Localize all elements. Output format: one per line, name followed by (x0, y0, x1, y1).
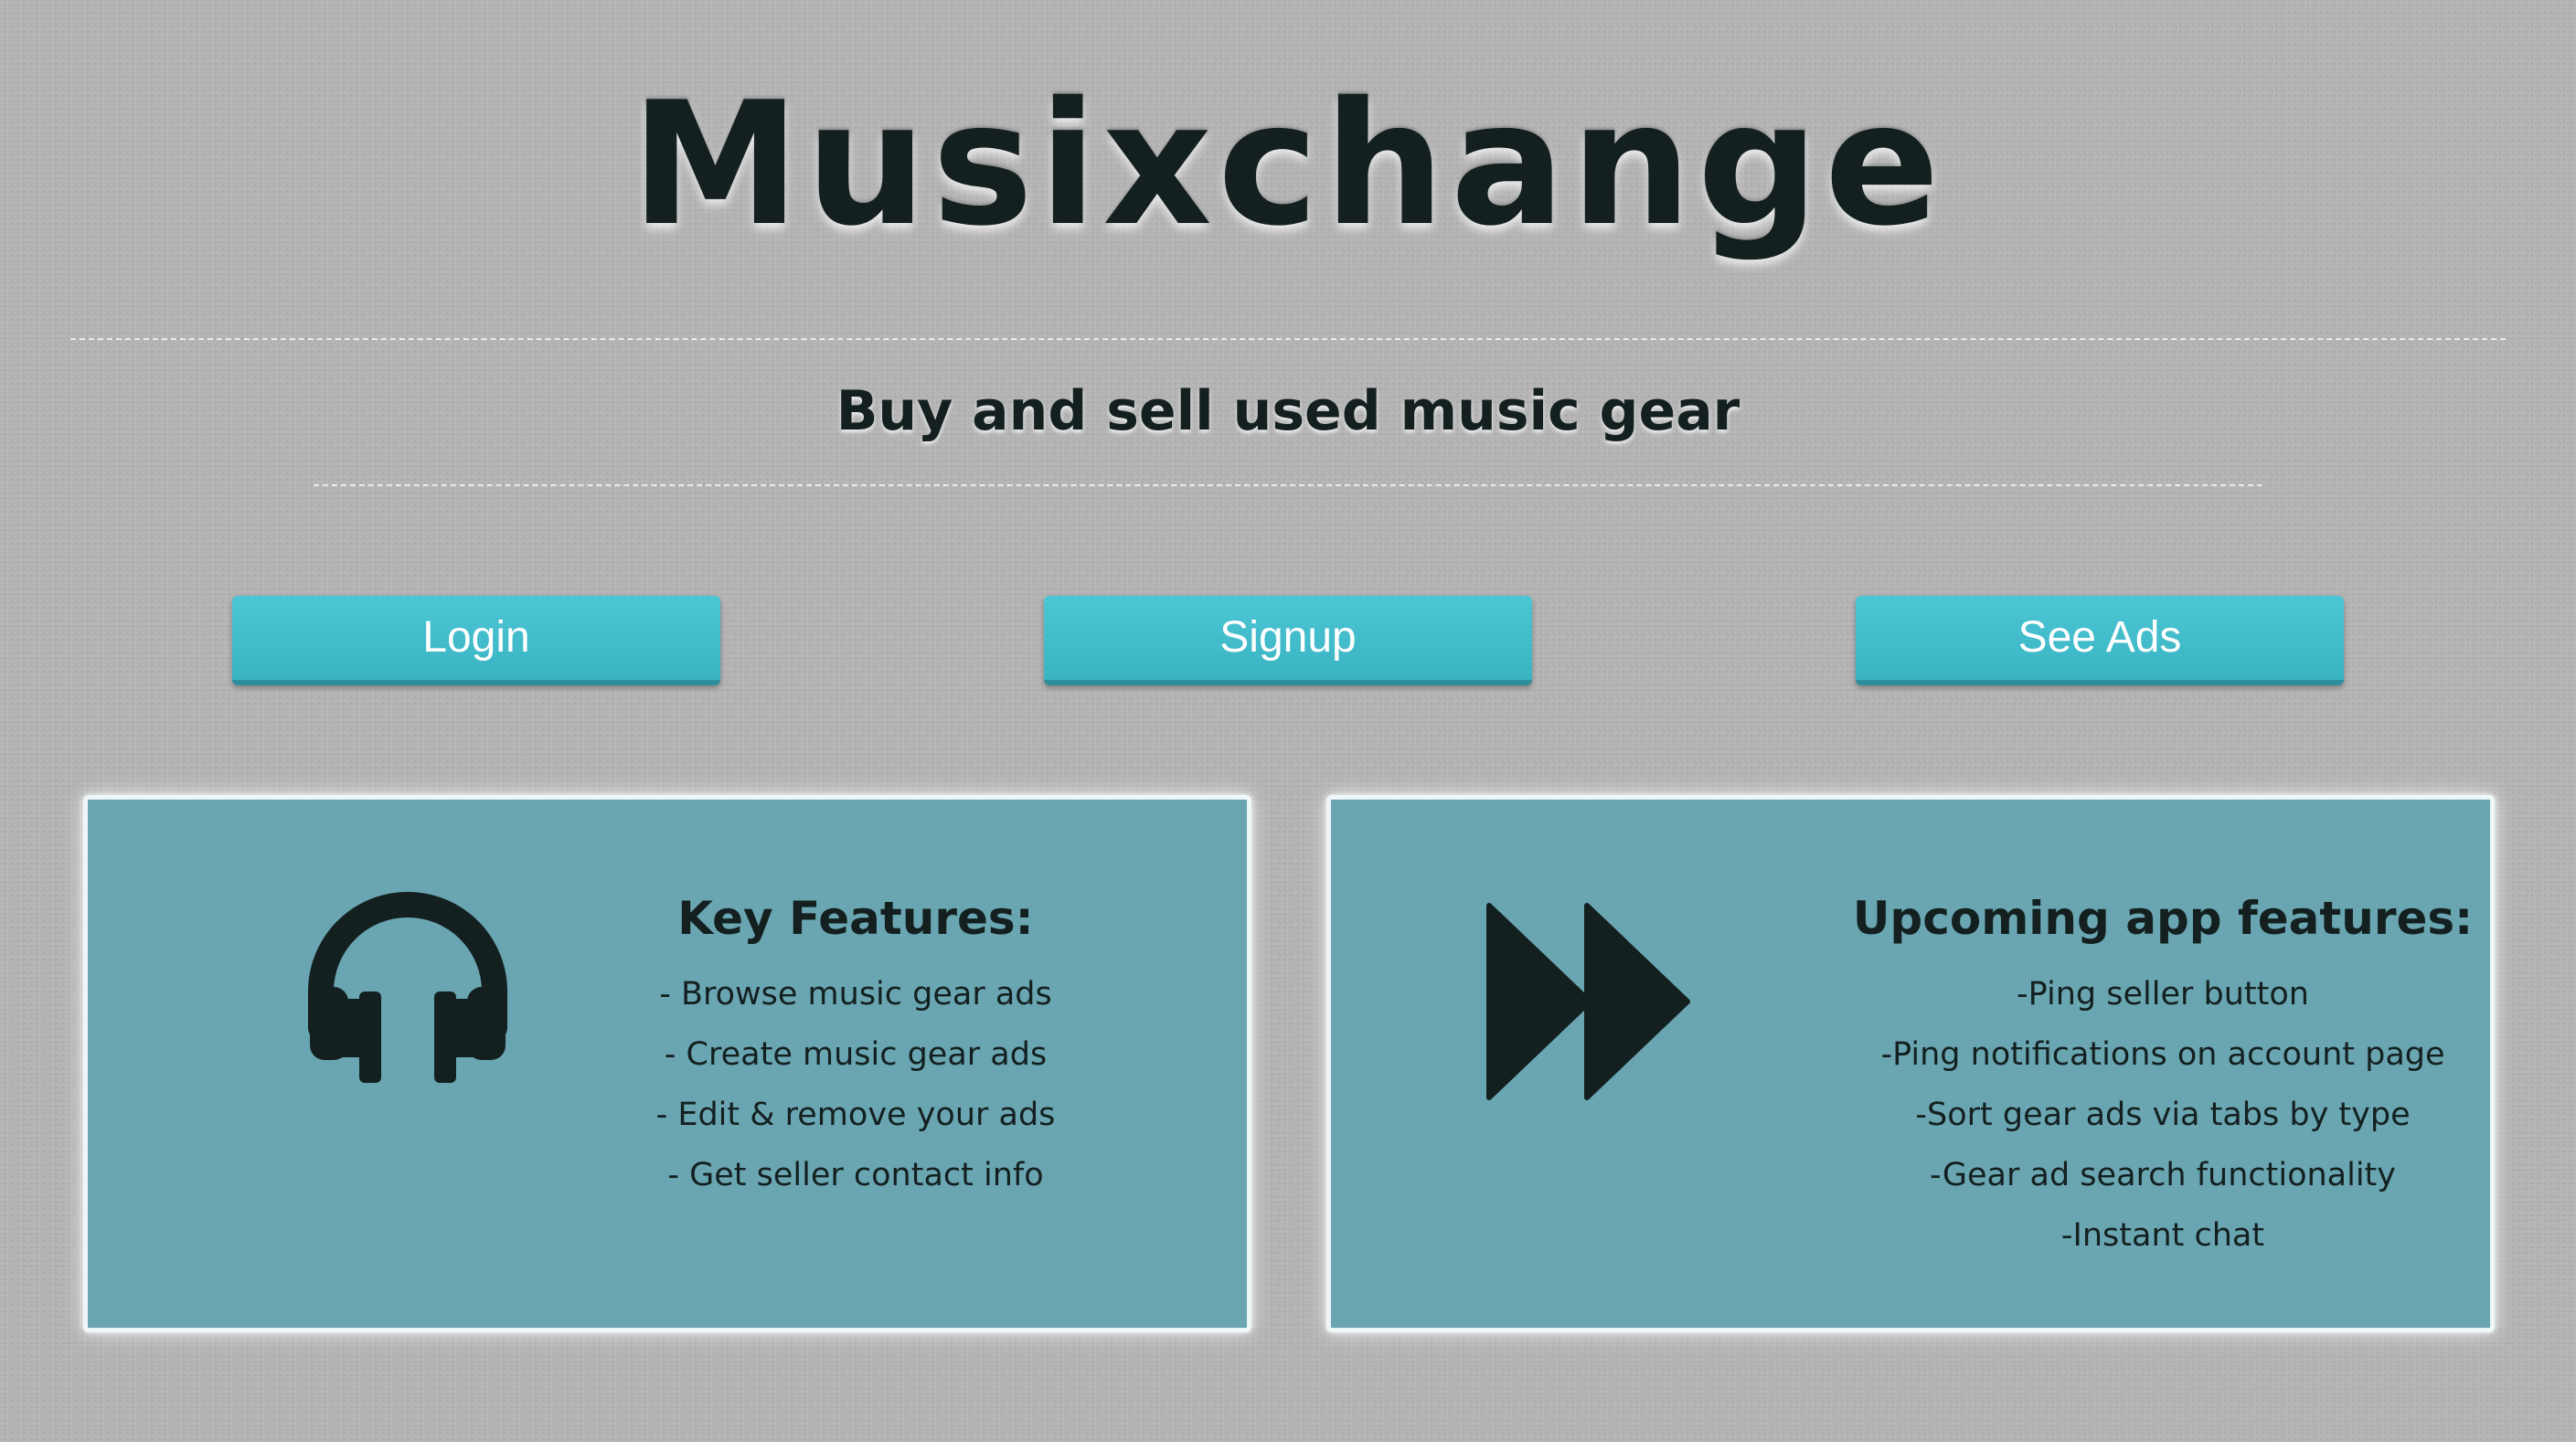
upcoming-features-panel: Upcoming app features: -Ping seller butt… (1326, 795, 2495, 1332)
see-ads-button[interactable]: See Ads (1856, 596, 2344, 685)
fast-forward-icon (1486, 903, 1690, 1100)
key-features-list: - Browse music gear ads - Create music g… (581, 964, 1130, 1205)
upcoming-features-heading: Upcoming app features: (1852, 892, 2474, 945)
bottom-divider (314, 484, 2262, 486)
list-item: -Gear ad search functionality (1929, 1157, 2396, 1193)
key-features-text: Key Features: - Browse music gear ads - … (581, 882, 1130, 1205)
tagline: Buy and sell used music gear (836, 379, 1740, 443)
upcoming-features-list: -Ping seller button -Ping notifications … (1751, 964, 2574, 1266)
list-item: - Edit & remove your ads (655, 1097, 1056, 1133)
list-item: - Get seller contact info (667, 1157, 1044, 1193)
list-item: -Ping notifications on account page (1880, 1036, 2445, 1073)
key-features-heading: Key Features: (677, 892, 1034, 945)
login-button[interactable]: Login (232, 596, 720, 685)
upcoming-features-text: Upcoming app features: -Ping seller butt… (1751, 882, 2574, 1266)
list-item: -Ping seller button (2017, 976, 2309, 1013)
key-features-panel: Key Features: - Browse music gear ads - … (83, 795, 1251, 1332)
top-divider (70, 338, 2506, 340)
list-item: -Instant chat (2060, 1217, 2265, 1254)
list-item: - Create music gear ads (664, 1036, 1048, 1073)
site-title: Musixchange (631, 65, 1945, 263)
signup-button[interactable]: Signup (1044, 596, 1532, 685)
list-item: -Sort gear ads via tabs by type (1915, 1097, 2411, 1133)
headphones-icon (308, 892, 507, 1083)
list-item: - Browse music gear ads (659, 976, 1052, 1013)
